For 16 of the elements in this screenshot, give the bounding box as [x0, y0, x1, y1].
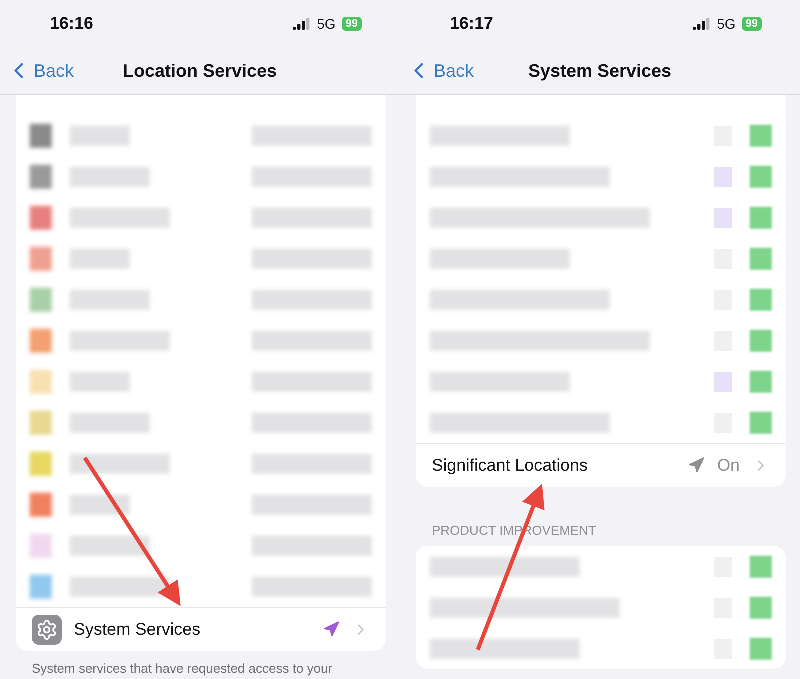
screen-title: System Services: [528, 60, 672, 82]
status-time: 16:16: [50, 14, 94, 34]
back-button[interactable]: Back: [6, 58, 74, 84]
network-label: 5G: [317, 16, 336, 32]
signal-icon: [293, 18, 312, 30]
network-label: 5G: [717, 16, 736, 32]
back-button[interactable]: Back: [406, 58, 474, 84]
footer-note: System services that have requested access to your: [32, 661, 334, 676]
settings-row[interactable]: Significant Locations On: [416, 443, 786, 487]
status-time: 16:17: [450, 14, 494, 34]
settings-row[interactable]: System Services: [16, 607, 386, 651]
battery-indicator: 99: [742, 17, 762, 31]
screen-title: Location Services: [122, 60, 278, 82]
battery-indicator: 99: [342, 17, 362, 31]
gear-icon: [32, 614, 62, 644]
signal-icon: [693, 18, 712, 30]
